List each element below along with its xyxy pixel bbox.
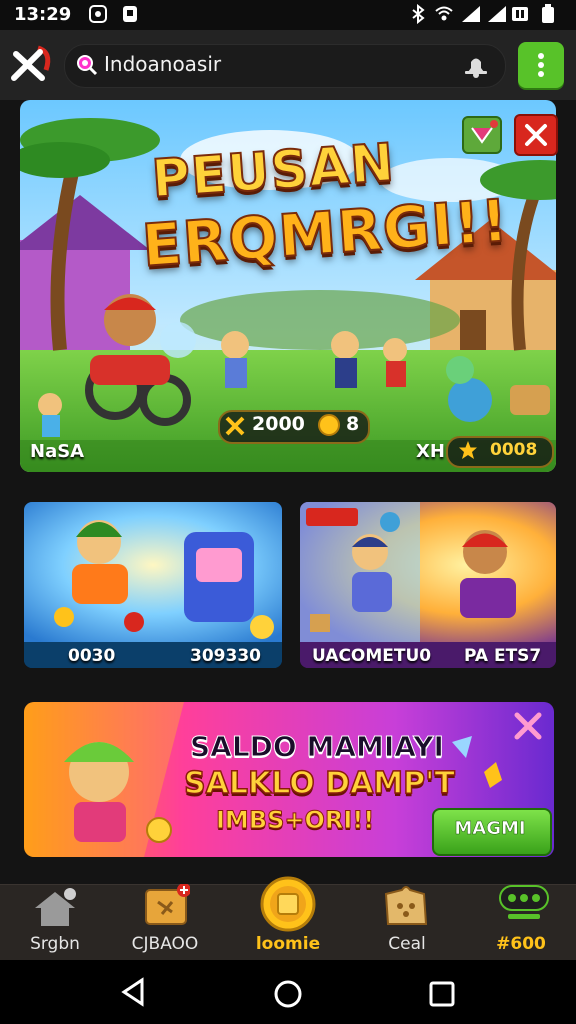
data-icon [510,4,530,24]
promo-line2: SALKLO DAMP'T [183,765,455,802]
stat-prefix: XH [416,441,445,462]
coin-icon [260,876,316,932]
promo-close-icon[interactable] [512,710,544,742]
signal-icon [460,4,480,24]
ticket-icon [144,883,191,928]
stat-value: 0008 [490,440,538,460]
signal-icon-2 [486,4,506,24]
nav-label-4: #600 [496,934,546,954]
back-icon[interactable] [118,976,148,1008]
game-card-2[interactable] [300,502,556,668]
card-1-left-label: 0030 [68,646,116,666]
coin-icon [318,414,340,436]
nav-label-3: Ceal [388,934,426,954]
game-card-1[interactable] [24,502,282,668]
puzzle-icon [380,884,432,930]
battery-icon [540,4,560,24]
banner-close-icon[interactable] [514,114,558,156]
star-icon [458,440,478,460]
hero-corner-label: NaSA [30,441,85,462]
nav-label-0: Srgbn [30,934,80,954]
home-icon [32,888,78,928]
recents-icon[interactable] [428,980,456,1008]
nav-label-2: loomie [255,934,321,954]
coins-left: 2000 [252,413,305,435]
controller-icon [498,882,550,930]
promo-line3: IMBS+ORI!! [215,806,375,835]
more-menu-button[interactable] [518,42,564,88]
nav-label-1: CJBAOO [131,934,199,954]
card-2-right-label: PA ETS7 [464,646,542,666]
promo-line1: SALDO MAMIAYI [190,730,445,764]
screen-record-icon [88,4,108,24]
home-button-icon[interactable] [272,978,304,1010]
card-1-right-label: 309330 [190,646,261,666]
card-2-left-label: UACOMETU0 [312,646,432,666]
cross-swords-icon [224,415,246,437]
search-text: Indoanoasir [104,52,222,76]
bell-icon[interactable] [462,52,490,80]
close-icon[interactable] [8,44,52,86]
status-time: 13:29 [14,4,72,25]
search-icon [76,54,98,76]
coins-right: 8 [346,413,360,435]
promo-button-label: MAGMI [454,818,526,840]
notification-icon [120,4,140,24]
gift-icon[interactable] [462,116,502,154]
bluetooth-icon [408,3,428,25]
wifi-icon [434,4,454,24]
